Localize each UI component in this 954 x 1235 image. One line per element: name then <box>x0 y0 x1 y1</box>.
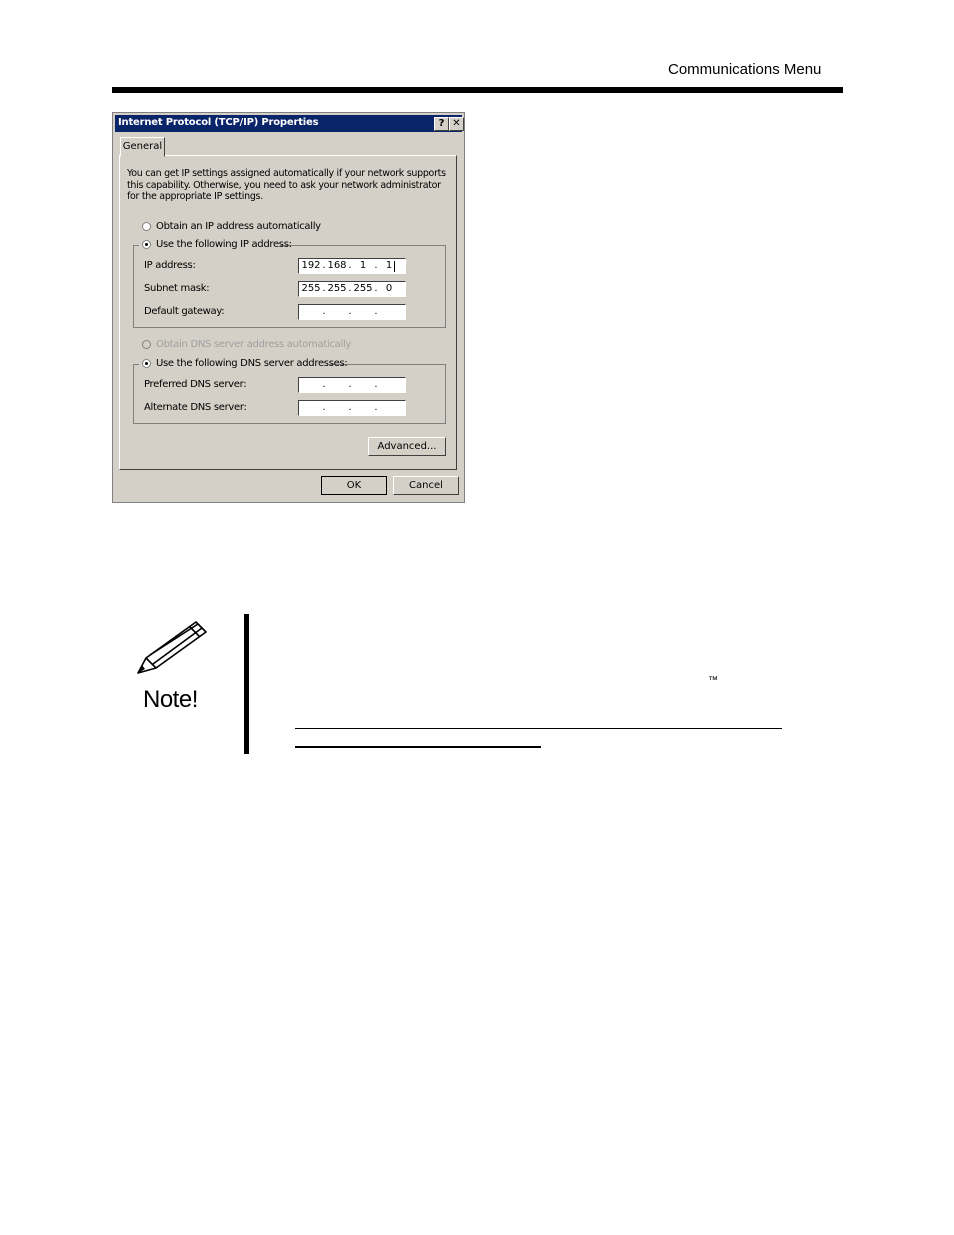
text-caret <box>394 261 395 272</box>
note-vertical-bar <box>244 614 249 754</box>
ip-octet-1: 192 <box>301 260 321 271</box>
ip-dot: . <box>374 379 378 390</box>
ok-button[interactable]: OK <box>321 476 387 495</box>
ip-manual-label[interactable]: Use the following IP address: <box>156 239 292 250</box>
alternate-dns-field[interactable]: . . . <box>298 400 406 416</box>
dialog-title: Internet Protocol (TCP/IP) Properties <box>118 117 319 128</box>
intro-text: You can get IP settings assigned automat… <box>127 168 446 202</box>
subnet-octet-3: 255 <box>353 283 373 294</box>
close-button[interactable]: ✕ <box>449 117 464 131</box>
ip-dot: . <box>374 402 378 413</box>
ip-dot: . <box>348 306 352 317</box>
trademark-symbol: ™ <box>708 675 718 686</box>
close-icon: ✕ <box>452 118 461 129</box>
ip-dot: . <box>322 402 326 413</box>
tab-general[interactable]: General <box>120 137 165 157</box>
default-gateway-label: Default gateway: <box>144 306 225 317</box>
header-rule <box>112 87 843 93</box>
alternate-dns-label: Alternate DNS server: <box>144 402 247 413</box>
dns-auto-label[interactable]: Obtain DNS server address automatically <box>156 339 351 350</box>
ip-dot: . <box>374 306 378 317</box>
preferred-dns-field[interactable]: . . . <box>298 377 406 393</box>
help-icon: ? <box>438 118 445 129</box>
subnet-octet-2: 255 <box>327 283 347 294</box>
note-label: Note! <box>143 686 198 713</box>
page-header-title: Communications Menu <box>668 61 822 78</box>
dns-auto-radio[interactable] <box>142 340 151 349</box>
tcpip-properties-dialog: Internet Protocol (TCP/IP) Properties ? … <box>112 112 465 503</box>
underline-rule <box>295 746 541 748</box>
subnet-mask-label: Subnet mask: <box>144 283 210 294</box>
ip-address-field[interactable]: 192 . 168 . 1 . 1 <box>298 258 406 274</box>
advanced-button[interactable]: Advanced... <box>368 437 446 456</box>
ip-dot: . <box>348 402 352 413</box>
ip-auto-radio[interactable] <box>142 222 151 231</box>
cancel-button[interactable]: Cancel <box>393 476 459 495</box>
preferred-dns-label: Preferred DNS server: <box>144 379 247 390</box>
dialog-titlebar[interactable]: Internet Protocol (TCP/IP) Properties ? … <box>115 115 464 132</box>
subnet-octet-4: 0 <box>385 283 393 294</box>
subnet-mask-field[interactable]: 255 . 255 . 255 . 0 <box>298 281 406 297</box>
ip-address-label: IP address: <box>144 260 196 271</box>
ip-manual-radio[interactable] <box>142 240 151 249</box>
help-button[interactable]: ? <box>434 117 449 131</box>
pencil-icon <box>137 621 207 674</box>
ip-octet-4: 1 <box>385 260 393 271</box>
ip-dot: . <box>348 379 352 390</box>
ip-octet-3: 1 <box>359 260 367 271</box>
ip-octet-2: 168 <box>327 260 347 271</box>
default-gateway-field[interactable]: . . . <box>298 304 406 320</box>
underline-rule <box>295 728 782 729</box>
dns-manual-radio[interactable] <box>142 359 151 368</box>
subnet-octet-1: 255 <box>301 283 321 294</box>
dns-manual-label[interactable]: Use the following DNS server addresses: <box>156 358 348 369</box>
ip-dot: . <box>322 379 326 390</box>
ip-dot: . <box>322 306 326 317</box>
ip-auto-label[interactable]: Obtain an IP address automatically <box>156 221 321 232</box>
